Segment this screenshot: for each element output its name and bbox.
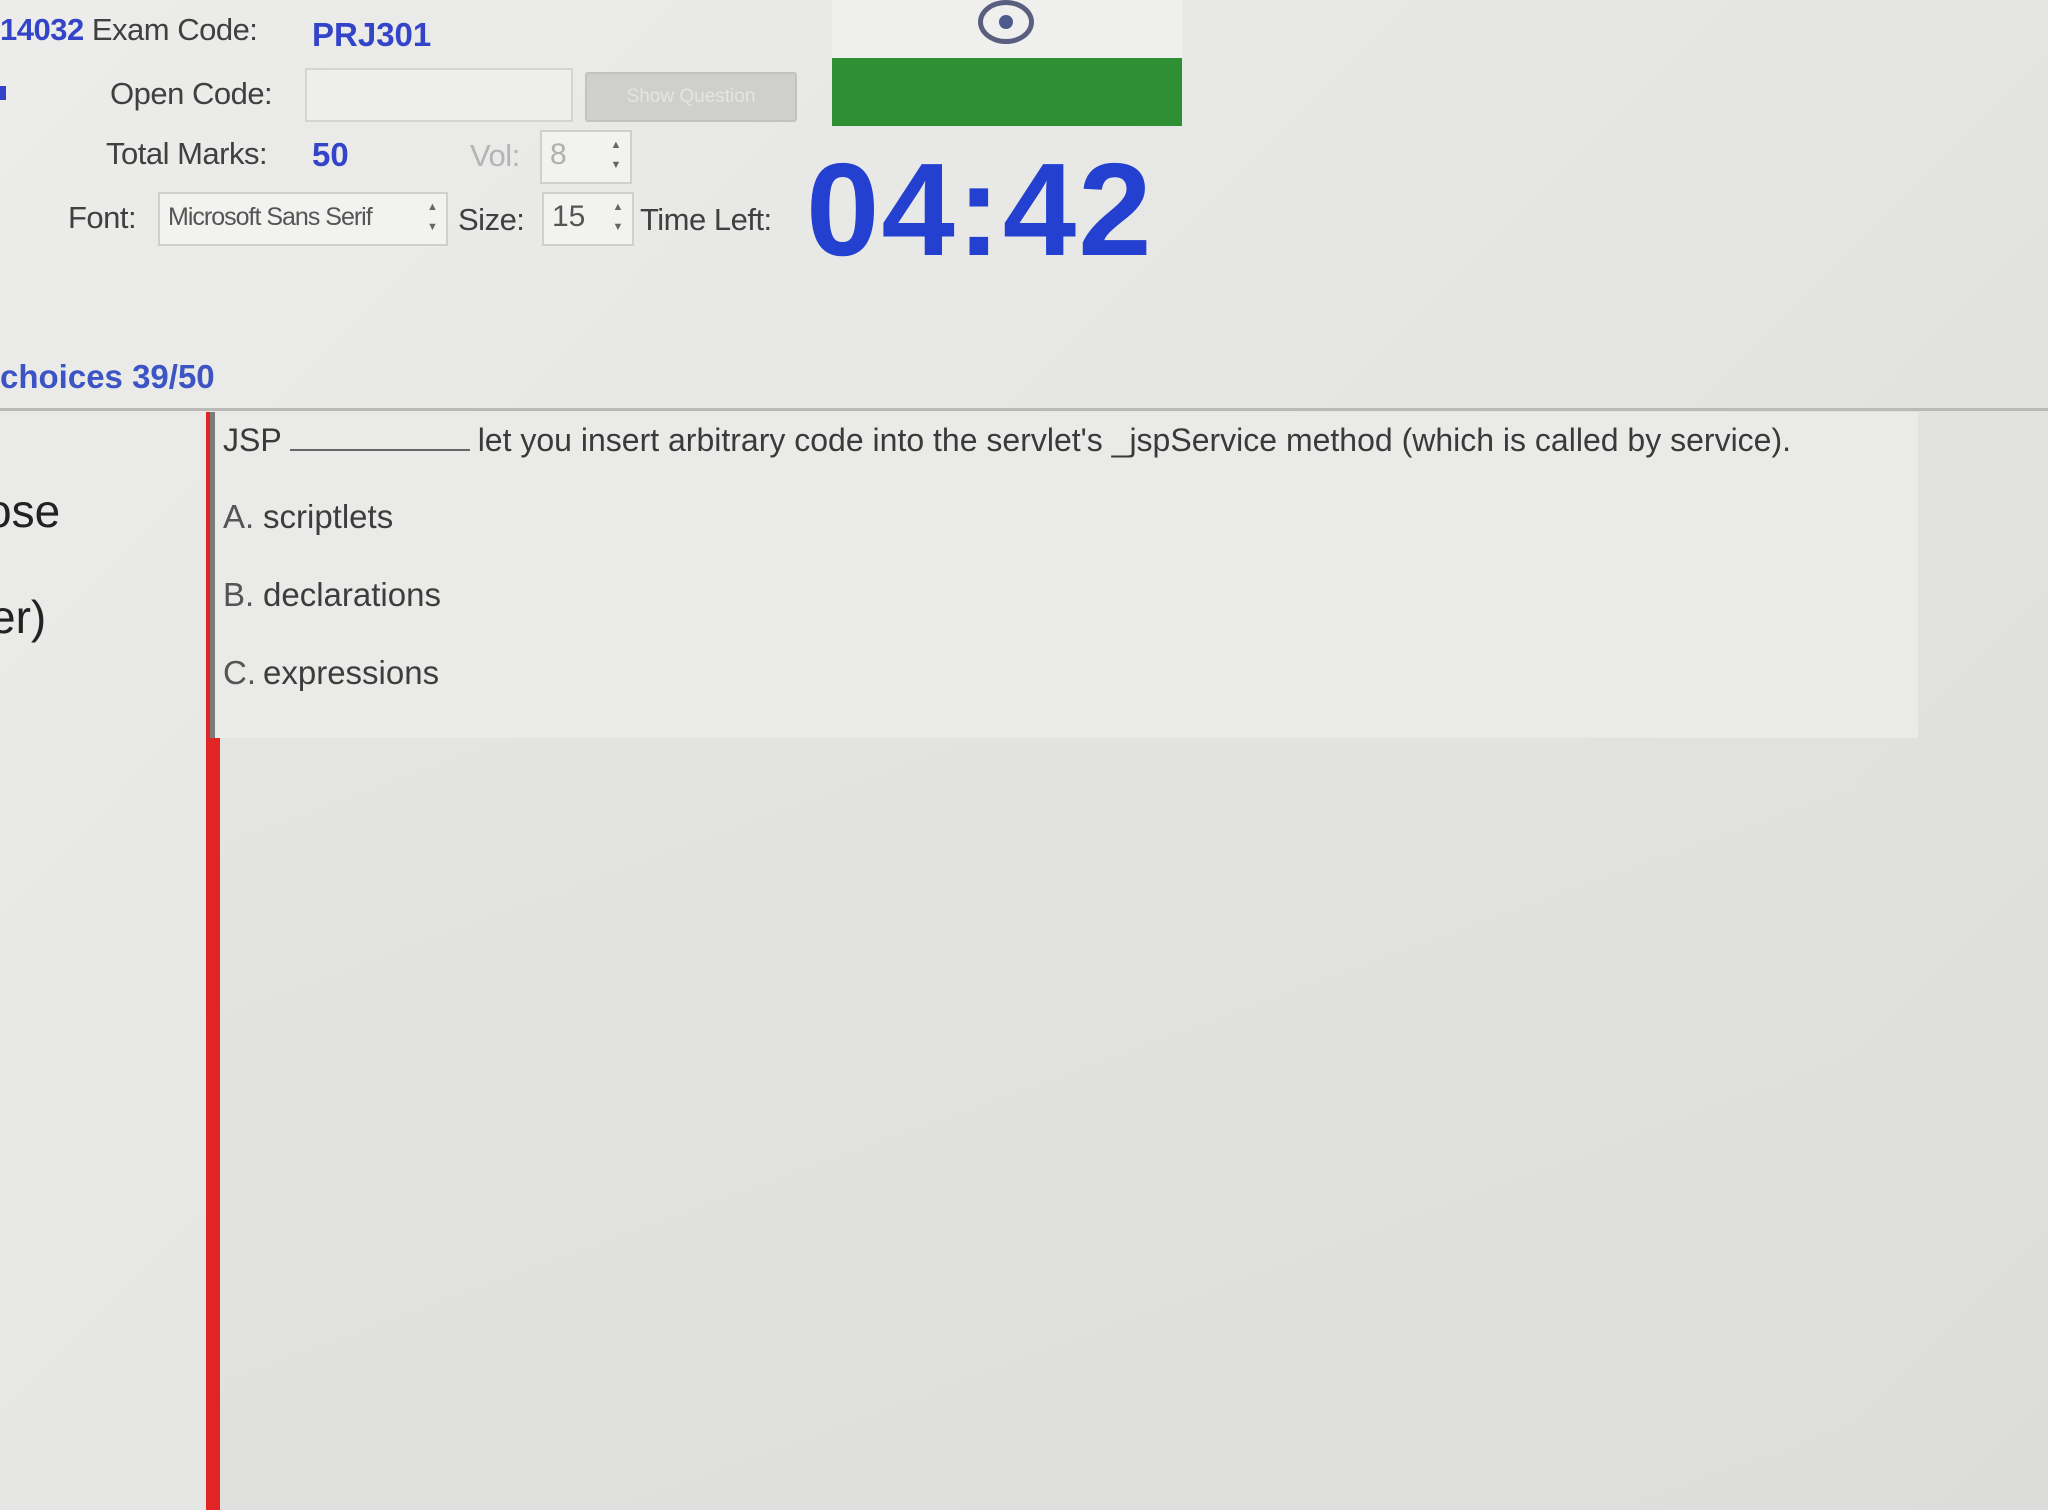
question-blank: [289, 427, 470, 451]
exam-id-fragment: 14032: [0, 12, 84, 47]
option-a[interactable]: A. scriptlets: [223, 498, 393, 536]
exam-code-value: PRJ301: [312, 16, 432, 53]
chakra-icon: [978, 0, 1034, 44]
show-question-button[interactable]: Show Question: [585, 72, 797, 122]
option-a-letter: A.: [223, 498, 255, 535]
content-divider: [0, 408, 2048, 411]
answer-area: [220, 738, 1860, 1510]
option-c-text: expressions: [263, 654, 440, 691]
size-value: 15: [552, 200, 586, 233]
question-text: JSP let you insert arbitrary code into th…: [223, 422, 1791, 459]
sidebar-fragment-2: er): [0, 591, 47, 643]
size-spinner[interactable]: 15 ▲ ▼: [542, 192, 634, 246]
font-value: Microsoft Sans Serif: [168, 203, 373, 231]
choices-progress: choices 39/50: [0, 358, 215, 395]
vol-spinner[interactable]: 8 ▲ ▼: [540, 130, 632, 184]
time-left-label: Time Left:: [640, 202, 772, 237]
vol-label: Vol:: [470, 138, 520, 173]
timer-display: 04:42: [806, 136, 1154, 283]
vol-value: 8: [550, 138, 567, 171]
font-select[interactable]: Microsoft Sans Serif ▲ ▼: [158, 192, 448, 246]
option-b[interactable]: B. declarations: [223, 576, 441, 614]
option-a-text: scriptlets: [263, 498, 394, 535]
font-label: Font:: [68, 200, 137, 235]
font-spin-arrows-icon[interactable]: ▲ ▼: [422, 198, 442, 236]
option-b-text: declarations: [263, 576, 441, 613]
option-b-letter: B.: [223, 576, 255, 613]
vol-spin-arrows-icon[interactable]: ▲ ▼: [606, 136, 626, 174]
size-label: Size:: [458, 202, 525, 237]
open-code-label: Open Code:: [110, 76, 273, 111]
size-spin-arrows-icon[interactable]: ▲ ▼: [608, 198, 628, 236]
question-panel: JSP let you insert arbitrary code into th…: [210, 412, 1918, 738]
option-c-letter: C.: [223, 654, 256, 691]
option-c[interactable]: C. expressions: [223, 654, 439, 692]
header-row-1: 14032 Exam Code:: [0, 12, 258, 48]
total-marks-value: 50: [312, 136, 349, 173]
flag-logo: [832, 0, 1182, 58]
sidebar-fragment-1: ose: [0, 485, 61, 537]
open-code-input[interactable]: [305, 68, 573, 122]
exam-code-label: Exam Code:: [91, 12, 258, 47]
left-marker: [0, 86, 6, 100]
question-suffix: let you insert arbitrary code into the s…: [477, 422, 1792, 458]
question-prefix: JSP: [223, 422, 282, 458]
total-marks-label: Total Marks:: [106, 136, 268, 171]
flag-green-band: [832, 58, 1182, 126]
